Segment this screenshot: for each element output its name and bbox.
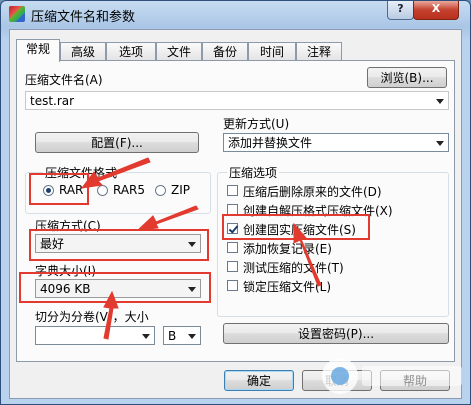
annotation-arrows (80, 157, 322, 340)
arrow-to-dictionary (103, 290, 119, 340)
watermark-logo (322, 358, 462, 394)
arrow-to-method (136, 205, 199, 231)
arrow-to-solid (293, 222, 322, 287)
arrow-to-format (80, 157, 151, 189)
tab-general[interactable]: 常规 (16, 39, 60, 62)
